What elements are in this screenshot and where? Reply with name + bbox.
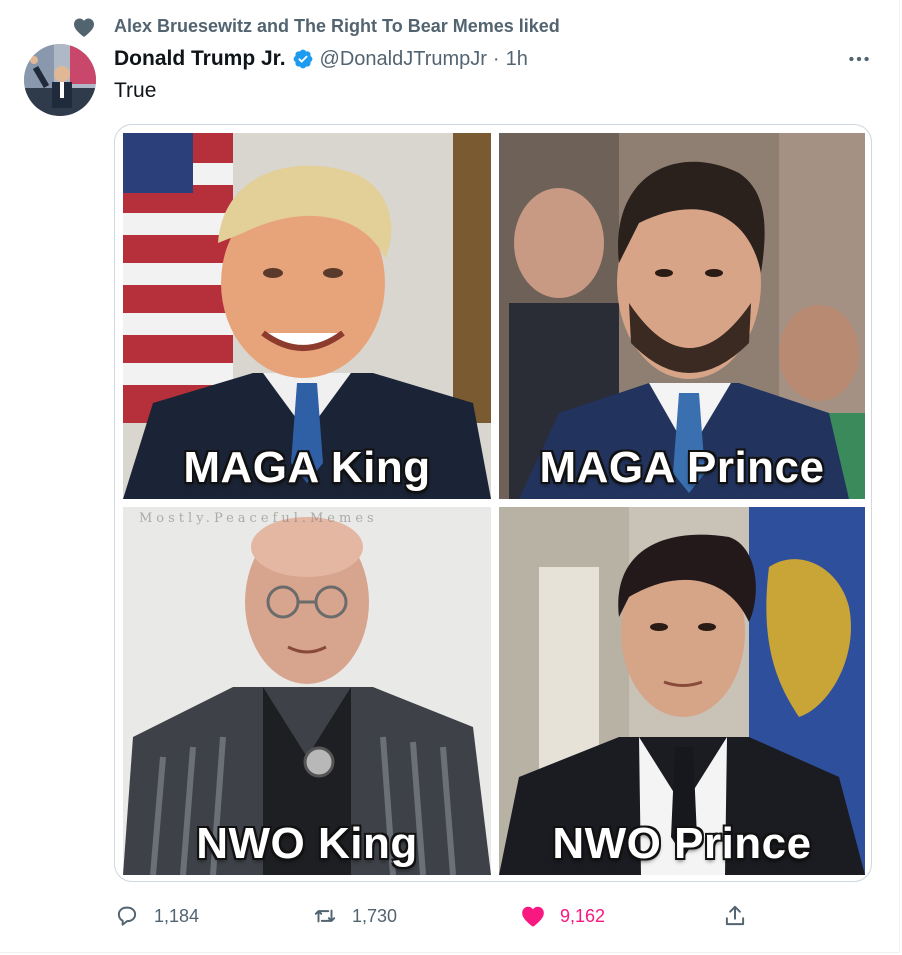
panel-caption: NWO King [196,819,418,868]
reply-count: 1,184 [154,905,200,926]
avatar[interactable] [24,44,96,116]
retweet-button[interactable]: 1,730 [312,900,397,932]
reply-icon [117,906,137,926]
display-name[interactable]: Donald Trump Jr. [114,47,286,71]
tweet-media[interactable]: MAGA King MAGA Prince Mostly.Peaceful.Me… [114,124,872,882]
social-context-text[interactable]: Alex Bruesewitz and The Right To Bear Me… [114,16,560,37]
media-panel: Mostly.Peaceful.Memes NWO King [123,507,491,875]
panel-caption: NWO Prince [552,819,812,868]
like-count: 9,162 [560,905,606,926]
more-icon [849,56,869,62]
heart-icon [74,18,94,37]
media-panel: MAGA Prince [499,133,865,499]
tweet-text: True [114,79,157,102]
avatar-image [24,44,96,116]
author-handle[interactable]: @DonaldJTrumpJr [320,48,487,71]
retweet-icon [314,909,336,923]
verified-badge-icon [293,49,312,69]
tweet-header: Donald Trump Jr. @DonaldJTrumpJr · 1h [114,45,528,73]
media-panel: NWO Prince [499,507,865,875]
timestamp[interactable]: 1h [506,48,528,71]
separator-dot: · [492,47,500,70]
heart-filled-icon [522,906,544,927]
panel-caption: MAGA Prince [539,443,825,492]
more-options-button[interactable] [844,46,874,72]
media-panel: MAGA King [123,133,491,499]
watermark-text: Mostly.Peaceful.Memes [139,511,378,526]
retweet-count: 1,730 [352,905,398,926]
panel-caption: MAGA King [183,443,431,492]
tweet-card[interactable]: Alex Bruesewitz and The Right To Bear Me… [0,0,900,953]
tweet-actions: 1,184 1,730 9,162 [114,896,754,936]
share-button[interactable] [722,900,748,932]
like-button[interactable]: 9,162 [520,900,605,932]
share-icon [725,905,745,926]
reply-button[interactable]: 1,184 [114,900,199,932]
